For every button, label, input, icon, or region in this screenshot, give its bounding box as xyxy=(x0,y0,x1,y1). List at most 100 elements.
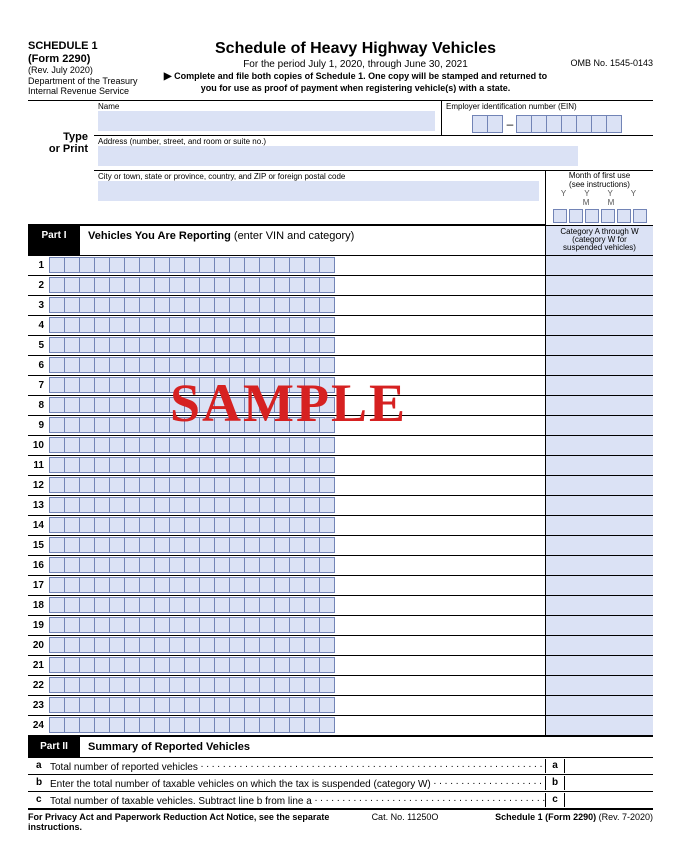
vin-char-box[interactable] xyxy=(124,597,140,613)
vin-char-box[interactable] xyxy=(319,517,335,533)
vin-char-box[interactable] xyxy=(109,357,125,373)
vin-char-box[interactable] xyxy=(214,437,230,453)
vin-char-box[interactable] xyxy=(199,517,215,533)
vin-char-box[interactable] xyxy=(259,657,275,673)
vin-char-box[interactable] xyxy=(259,357,275,373)
vin-char-box[interactable] xyxy=(64,677,80,693)
vin-char-box[interactable] xyxy=(64,397,80,413)
city-input[interactable] xyxy=(98,181,539,201)
vin-char-box[interactable] xyxy=(304,257,320,273)
vin-char-box[interactable] xyxy=(94,657,110,673)
vin-char-box[interactable] xyxy=(289,677,305,693)
vin-char-box[interactable] xyxy=(259,317,275,333)
vin-grid[interactable] xyxy=(50,337,335,353)
vin-char-box[interactable] xyxy=(304,297,320,313)
vin-char-box[interactable] xyxy=(124,477,140,493)
vin-char-box[interactable] xyxy=(169,577,185,593)
vin-char-box[interactable] xyxy=(184,697,200,713)
vin-char-box[interactable] xyxy=(229,477,245,493)
vin-char-box[interactable] xyxy=(184,317,200,333)
vin-char-box[interactable] xyxy=(289,417,305,433)
vin-char-box[interactable] xyxy=(214,577,230,593)
vin-char-box[interactable] xyxy=(184,297,200,313)
vin-char-box[interactable] xyxy=(304,337,320,353)
vin-char-box[interactable] xyxy=(79,677,95,693)
vin-char-box[interactable] xyxy=(49,297,65,313)
vin-char-box[interactable] xyxy=(304,637,320,653)
vin-char-box[interactable] xyxy=(319,477,335,493)
vin-char-box[interactable] xyxy=(304,657,320,673)
month-box[interactable] xyxy=(601,209,615,223)
vin-char-box[interactable] xyxy=(79,617,95,633)
vin-char-box[interactable] xyxy=(139,597,155,613)
p2-c-input[interactable] xyxy=(565,793,653,807)
vin-char-box[interactable] xyxy=(169,377,185,393)
vin-char-box[interactable] xyxy=(139,377,155,393)
vin-char-box[interactable] xyxy=(154,697,170,713)
vin-char-box[interactable] xyxy=(169,637,185,653)
vin-char-box[interactable] xyxy=(169,457,185,473)
vin-char-box[interactable] xyxy=(259,517,275,533)
month-box[interactable] xyxy=(633,209,647,223)
vin-char-box[interactable] xyxy=(214,657,230,673)
vin-char-box[interactable] xyxy=(184,677,200,693)
vin-char-box[interactable] xyxy=(124,437,140,453)
vin-char-box[interactable] xyxy=(199,257,215,273)
vin-char-box[interactable] xyxy=(304,377,320,393)
ein-box[interactable] xyxy=(561,115,577,133)
vin-char-box[interactable] xyxy=(274,497,290,513)
vin-char-box[interactable] xyxy=(319,317,335,333)
vin-char-box[interactable] xyxy=(274,637,290,653)
month-box[interactable] xyxy=(585,209,599,223)
vin-grid[interactable] xyxy=(50,477,335,493)
vin-char-box[interactable] xyxy=(244,377,260,393)
vin-char-box[interactable] xyxy=(154,537,170,553)
vin-char-box[interactable] xyxy=(289,477,305,493)
vin-char-box[interactable] xyxy=(259,617,275,633)
vin-char-box[interactable] xyxy=(184,457,200,473)
vin-char-box[interactable] xyxy=(229,297,245,313)
vin-char-box[interactable] xyxy=(304,357,320,373)
vin-char-box[interactable] xyxy=(244,657,260,673)
vin-char-box[interactable] xyxy=(169,717,185,733)
vin-category-input[interactable] xyxy=(545,276,653,295)
vin-char-box[interactable] xyxy=(214,697,230,713)
vin-char-box[interactable] xyxy=(214,517,230,533)
vin-char-box[interactable] xyxy=(94,497,110,513)
vin-char-box[interactable] xyxy=(169,697,185,713)
vin-char-box[interactable] xyxy=(289,457,305,473)
vin-char-box[interactable] xyxy=(259,277,275,293)
vin-char-box[interactable] xyxy=(214,397,230,413)
vin-char-box[interactable] xyxy=(199,617,215,633)
vin-char-box[interactable] xyxy=(214,357,230,373)
vin-char-box[interactable] xyxy=(319,657,335,673)
vin-char-box[interactable] xyxy=(289,537,305,553)
vin-char-box[interactable] xyxy=(109,317,125,333)
vin-char-box[interactable] xyxy=(154,497,170,513)
vin-char-box[interactable] xyxy=(244,297,260,313)
vin-char-box[interactable] xyxy=(184,577,200,593)
vin-char-box[interactable] xyxy=(154,517,170,533)
vin-char-box[interactable] xyxy=(319,357,335,373)
vin-char-box[interactable] xyxy=(304,317,320,333)
vin-char-box[interactable] xyxy=(229,517,245,533)
vin-char-box[interactable] xyxy=(154,397,170,413)
vin-char-box[interactable] xyxy=(64,457,80,473)
vin-char-box[interactable] xyxy=(94,717,110,733)
vin-char-box[interactable] xyxy=(124,637,140,653)
vin-char-box[interactable] xyxy=(109,377,125,393)
vin-char-box[interactable] xyxy=(139,397,155,413)
vin-char-box[interactable] xyxy=(94,577,110,593)
vin-char-box[interactable] xyxy=(139,717,155,733)
vin-char-box[interactable] xyxy=(274,397,290,413)
vin-char-box[interactable] xyxy=(49,597,65,613)
vin-char-box[interactable] xyxy=(94,637,110,653)
vin-char-box[interactable] xyxy=(259,677,275,693)
vin-char-box[interactable] xyxy=(169,477,185,493)
vin-char-box[interactable] xyxy=(319,677,335,693)
vin-char-box[interactable] xyxy=(319,277,335,293)
vin-char-box[interactable] xyxy=(79,697,95,713)
vin-char-box[interactable] xyxy=(229,337,245,353)
vin-char-box[interactable] xyxy=(79,497,95,513)
vin-char-box[interactable] xyxy=(289,517,305,533)
